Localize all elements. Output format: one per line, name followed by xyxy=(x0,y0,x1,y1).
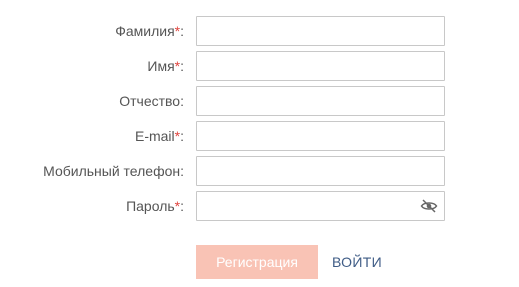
firstname-row: Имя*: xyxy=(0,51,519,81)
patronymic-input[interactable] xyxy=(197,87,444,115)
lastname-input[interactable] xyxy=(197,17,444,45)
phone-label: Мобильный телефон: xyxy=(43,163,184,179)
patronymic-row: Отчество: xyxy=(0,86,519,116)
email-input[interactable] xyxy=(197,122,444,150)
eye-slash-icon[interactable] xyxy=(420,198,438,214)
password-input[interactable] xyxy=(197,192,444,220)
email-row: E-mail*: xyxy=(0,121,519,151)
lastname-label: Фамилия*: xyxy=(115,23,184,39)
email-label: E-mail*: xyxy=(134,128,184,144)
patronymic-label: Отчество: xyxy=(119,93,184,109)
password-row: Пароль*: xyxy=(0,191,519,221)
login-link[interactable]: ВОЙТИ xyxy=(332,245,382,279)
phone-field[interactable] xyxy=(196,156,445,186)
phone-row: Мобильный телефон: xyxy=(0,156,519,186)
lastname-row: Фамилия*: xyxy=(0,16,519,46)
email-field[interactable] xyxy=(196,121,445,151)
patronymic-field[interactable] xyxy=(196,86,445,116)
firstname-input[interactable] xyxy=(197,52,444,80)
password-label: Пароль*: xyxy=(126,198,184,214)
firstname-field[interactable] xyxy=(196,51,445,81)
lastname-field[interactable] xyxy=(196,16,445,46)
firstname-label: Имя*: xyxy=(147,58,184,74)
register-button[interactable]: Регистрация xyxy=(196,245,318,279)
password-field[interactable] xyxy=(196,191,445,221)
phone-input[interactable] xyxy=(197,157,444,185)
